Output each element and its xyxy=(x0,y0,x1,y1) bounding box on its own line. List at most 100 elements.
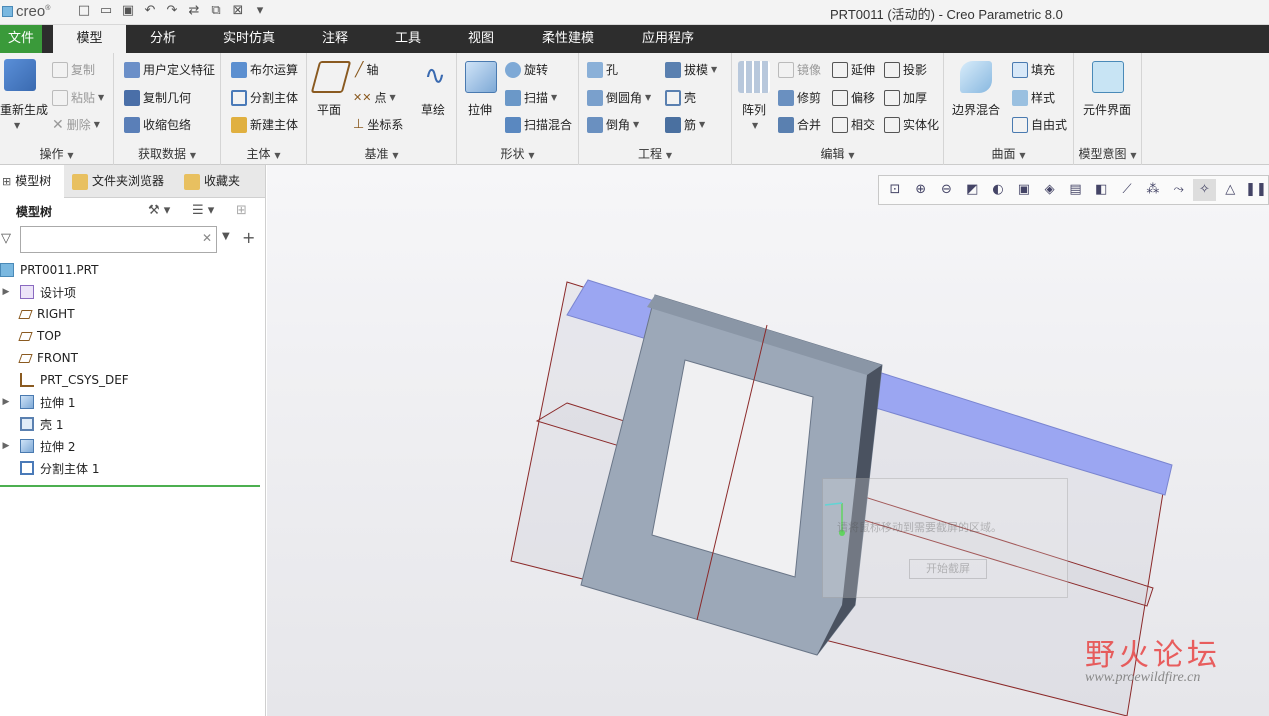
copy-geometry-button[interactable]: 复制几何 xyxy=(124,89,191,106)
tab-flexible-modeling[interactable]: 柔性建模 xyxy=(526,25,610,53)
zoom-out-icon[interactable]: ⊖ xyxy=(935,179,959,201)
expand-arrow-icon[interactable]: ▶ xyxy=(0,441,12,451)
extend-button[interactable]: 延伸 xyxy=(832,61,875,78)
chamfer-button[interactable]: 倒角 ▼ xyxy=(587,116,639,133)
group-label-editing[interactable]: 编辑 ▼ xyxy=(732,145,943,162)
spin-center-icon[interactable]: ⤳ xyxy=(1167,179,1191,201)
project-button[interactable]: 投影 xyxy=(884,61,927,78)
insert-here-marker[interactable] xyxy=(0,485,260,487)
group-label-body[interactable]: 主体 ▼ xyxy=(221,145,306,162)
tab-view[interactable]: 视图 xyxy=(452,25,510,53)
tree-item[interactable]: 壳 1 xyxy=(0,413,63,435)
new-body-button[interactable]: 新建主体 xyxy=(231,116,298,133)
tree-item[interactable]: TOP xyxy=(0,325,61,347)
fill-button[interactable]: 填充 xyxy=(1012,61,1055,78)
component-interface-icon[interactable] xyxy=(1092,61,1124,93)
delete-button[interactable]: ✕ 删除 ▼ xyxy=(52,116,100,133)
group-label-engineering[interactable]: 工程 ▼ xyxy=(579,145,731,162)
view-manager-icon[interactable]: ◈ xyxy=(1038,179,1062,201)
pattern-icon[interactable] xyxy=(738,61,770,93)
revolve-button[interactable]: 旋转 xyxy=(505,61,548,78)
refit-icon[interactable]: ⊡ xyxy=(883,179,907,201)
extrude-button[interactable]: 拉伸 xyxy=(468,101,492,118)
tree-item[interactable]: PRT0011.PRT xyxy=(0,259,98,281)
datum-display-icon[interactable]: ⟋ xyxy=(1115,179,1139,201)
boundary-blend-icon[interactable] xyxy=(960,61,992,93)
csys-display-icon[interactable]: ✧ xyxy=(1192,179,1217,201)
repaint-icon[interactable]: ◩ xyxy=(960,179,984,201)
clear-search-icon[interactable]: ✕ xyxy=(202,231,212,245)
tab-model[interactable]: 模型 xyxy=(53,25,126,53)
pattern-dropdown-icon[interactable]: ▼ xyxy=(752,121,758,130)
offset-button[interactable]: 偏移 xyxy=(832,89,875,106)
trim-button[interactable]: 修剪 xyxy=(778,89,821,106)
customize-qat-icon[interactable]: ▾ xyxy=(252,3,268,19)
rib-button[interactable]: 筋 ▼ xyxy=(665,116,705,133)
thicken-button[interactable]: 加厚 xyxy=(884,89,927,106)
tab-analysis[interactable]: 分析 xyxy=(130,25,196,53)
group-label-datum[interactable]: 基准 ▼ xyxy=(307,145,456,162)
perspective-icon[interactable]: ▤ xyxy=(1064,179,1088,201)
tab-folder-browser[interactable]: 文件夹浏览器 xyxy=(72,165,178,198)
udf-button[interactable]: 用户定义特征 xyxy=(124,61,215,78)
axis-button[interactable]: ╱ 轴 xyxy=(355,61,378,78)
regenerate-icon[interactable]: ⇄ xyxy=(186,3,202,19)
boundary-blend-button[interactable]: 边界混合 xyxy=(952,101,1000,118)
display-style-icon[interactable]: ◐ xyxy=(986,179,1010,201)
group-label-operations[interactable]: 操作 ▼ xyxy=(0,145,113,162)
sketch-button[interactable]: 草绘 xyxy=(421,101,445,118)
group-label-model-intent[interactable]: 模型意图 ▼ xyxy=(1074,145,1141,162)
add-filter-icon[interactable]: + xyxy=(242,228,255,247)
annotation-display-icon[interactable]: ⁂ xyxy=(1141,179,1165,201)
tree-item[interactable]: ▶ 拉伸 1 xyxy=(0,391,75,413)
tree-search-input[interactable] xyxy=(20,226,217,253)
tab-annotate[interactable]: 注释 xyxy=(305,25,365,53)
close-window-icon[interactable]: ⊠ xyxy=(230,3,246,19)
mirror-button[interactable]: 镜像 xyxy=(778,61,821,78)
pattern-button[interactable]: 阵列 xyxy=(742,101,766,118)
tree-show-icon[interactable]: ☰ ▾ xyxy=(192,203,214,218)
expand-arrow-icon[interactable]: ▶ xyxy=(0,397,12,407)
save-icon[interactable]: ▣ xyxy=(120,3,136,19)
group-label-surfaces[interactable]: 曲面 ▼ xyxy=(944,145,1073,162)
plane-icon[interactable] xyxy=(310,61,352,93)
regenerate-button[interactable]: 重新生成 xyxy=(0,101,48,118)
hole-button[interactable]: 孔 xyxy=(587,61,618,78)
tree-item[interactable]: ▶ 拉伸 2 xyxy=(0,435,75,457)
regenerate-icon[interactable] xyxy=(4,59,36,91)
round-button[interactable]: 倒圆角 ▼ xyxy=(587,89,651,106)
pause-icon[interactable]: ❚❚ xyxy=(1244,179,1268,201)
style-button[interactable]: 样式 xyxy=(1012,89,1055,106)
boolean-button[interactable]: 布尔运算 xyxy=(231,61,298,78)
new-file-icon[interactable]: □ xyxy=(76,3,92,19)
plane-button[interactable]: 平面 xyxy=(317,101,341,118)
open-folder-icon[interactable]: ▭ xyxy=(98,3,114,19)
merge-button[interactable]: 合并 xyxy=(778,116,821,133)
solidify-button[interactable]: 实体化 xyxy=(884,116,939,133)
sweep-button[interactable]: 扫描 ▼ xyxy=(505,89,557,106)
extrude-icon[interactable] xyxy=(465,61,497,93)
shell-button[interactable]: 壳 xyxy=(665,89,696,106)
copy-button[interactable]: 复制 xyxy=(52,61,95,78)
intersect-button[interactable]: 相交 xyxy=(832,116,875,133)
paste-button[interactable]: 粘贴 ▼ xyxy=(52,89,104,106)
tree-item[interactable]: FRONT xyxy=(0,347,78,369)
tree-item[interactable]: 分割主体 1 xyxy=(0,457,99,479)
expand-arrow-icon[interactable]: ▶ xyxy=(0,287,12,297)
zoom-in-icon[interactable]: ⊕ xyxy=(909,179,933,201)
group-label-get-data[interactable]: 获取数据 ▼ xyxy=(114,145,220,162)
draft-button[interactable]: 拔模 ▼ xyxy=(665,61,717,78)
warning-icon[interactable]: △ xyxy=(1218,179,1242,201)
windows-icon[interactable]: ⧉ xyxy=(208,3,224,19)
tab-favorites[interactable]: 收藏夹 xyxy=(184,165,258,198)
tree-item[interactable]: ▶ 设计项 xyxy=(0,281,76,303)
group-label-shapes[interactable]: 形状 ▼ xyxy=(457,145,578,162)
shrinkwrap-button[interactable]: 收缩包络 xyxy=(124,116,191,133)
tree-settings-icon[interactable]: ⚒ ▾ xyxy=(148,203,170,218)
redo-icon[interactable]: ↷ xyxy=(164,3,180,19)
point-button[interactable]: ✕✕ 点 ▼ xyxy=(353,89,396,106)
csys-button[interactable]: ⊥ 坐标系 xyxy=(353,116,403,133)
tree-item[interactable]: PRT_CSYS_DEF xyxy=(0,369,129,391)
component-interface-button[interactable]: 元件界面 xyxy=(1083,101,1131,118)
search-dropdown-icon[interactable]: ▼ xyxy=(222,231,230,242)
